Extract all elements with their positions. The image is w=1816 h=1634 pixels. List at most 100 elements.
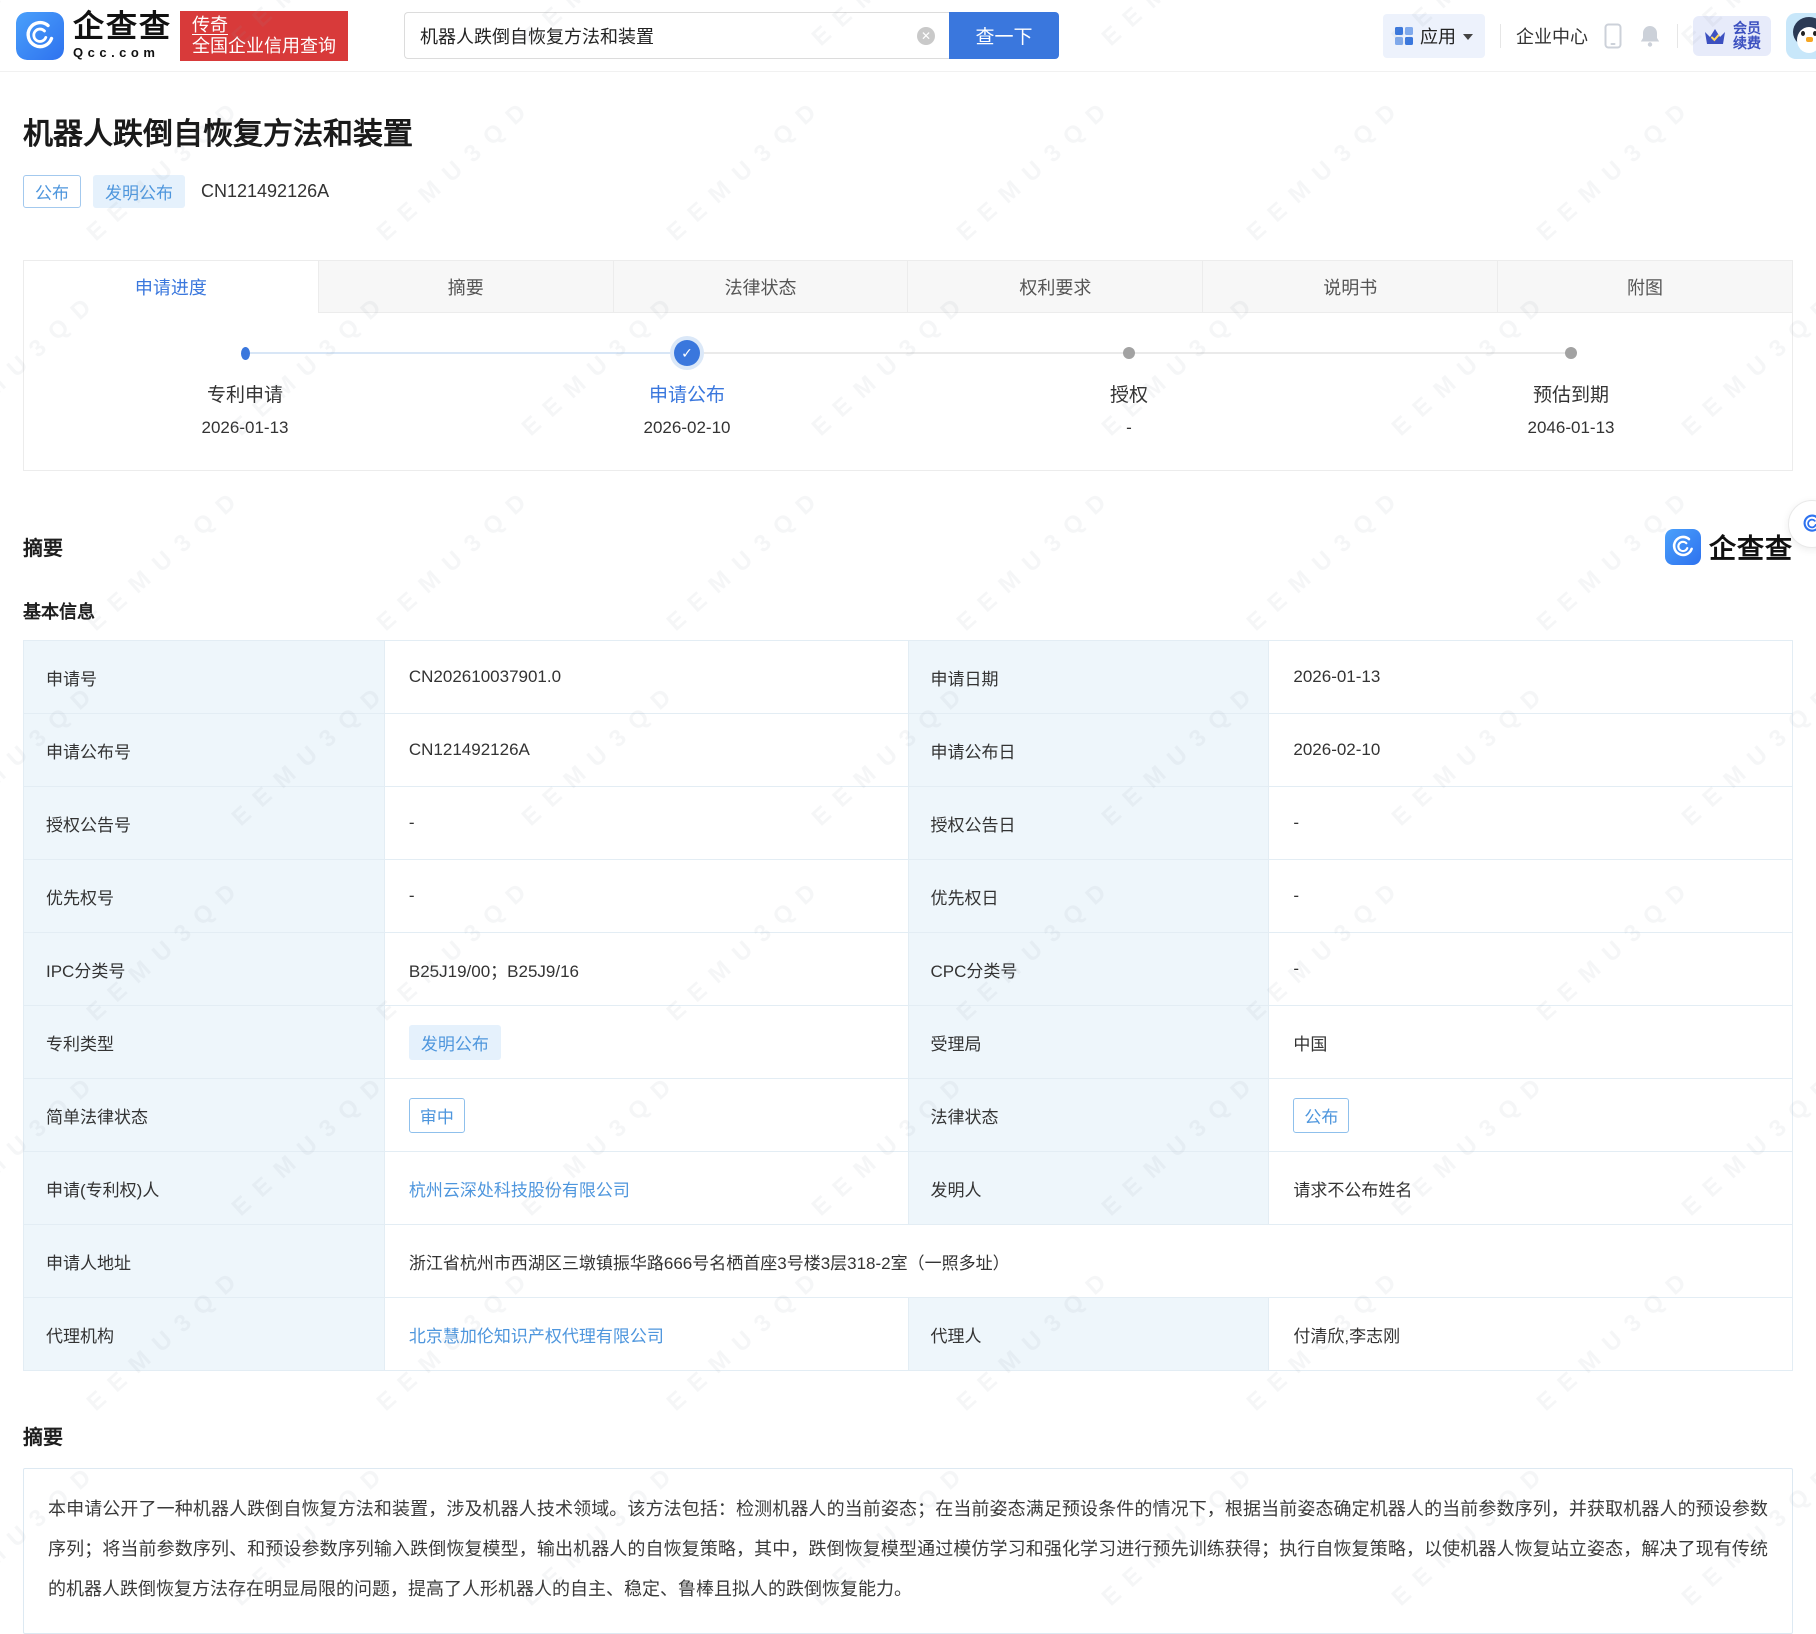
mobile-app-icon[interactable] [1603, 22, 1623, 50]
cell-value: 浙江省杭州市西湖区三墩镇振华路666号名栖首座3号楼3层318-2室（一照多址） [409, 1254, 1010, 1273]
cell-value: B25J19/00；B25J9/16 [409, 962, 579, 981]
cell: - [1269, 933, 1793, 1006]
cell: 2026-02-10 [1269, 714, 1793, 787]
logo-title: 企查查 [73, 11, 172, 42]
abstract-heading: 摘要 [23, 1421, 1793, 1450]
cell-link[interactable]: 杭州云深处科技股份有限公司 [409, 1181, 630, 1200]
cell: CN202610037901.0 [384, 641, 908, 714]
promo-line1: 传奇 [192, 15, 336, 36]
cell-label: 授权公告日 [908, 787, 1269, 860]
timeline-node: 预估到期2046-01-13 [1350, 341, 1792, 438]
cell-tag: 发明公布 [409, 1025, 501, 1060]
logo-subtitle: Qcc.com [73, 45, 172, 60]
cell-label: 申请日期 [908, 641, 1269, 714]
timeline-date: - [1126, 418, 1132, 438]
tab[interactable]: 附图 [1497, 261, 1792, 313]
nav-enterprise-center[interactable]: 企业中心 [1516, 23, 1588, 49]
timeline-dot [241, 347, 250, 360]
qcc-brand-text: 企查查 [1709, 527, 1793, 566]
table-row: 简单法律状态审中法律状态公布 [24, 1079, 1793, 1152]
cell-label: 申请公布号 [24, 714, 385, 787]
publication-number: CN121492126A [201, 181, 329, 202]
cell-label: 专利类型 [24, 1006, 385, 1079]
abstract-text: 本申请公开了一种机器人跌倒自恢复方法和装置，涉及机器人技术领域。该方法包括：检测… [48, 1489, 1768, 1609]
cell-label: 申请(专利权)人 [24, 1152, 385, 1225]
table-row: 优先权号-优先权日- [24, 860, 1793, 933]
timeline-label: 专利申请 [207, 380, 283, 407]
qcc-brand-icon [1665, 529, 1701, 565]
qcc-logo[interactable]: 企查查 Qcc.com [16, 11, 172, 60]
cell-label: 代理人 [908, 1298, 1269, 1371]
search-bar: ✕ 查一下 [404, 12, 1059, 59]
member-line2: 续费 [1733, 36, 1761, 51]
tab[interactable]: 权利要求 [907, 261, 1202, 313]
cell-value: - [1293, 886, 1299, 905]
cell-label: 优先权号 [24, 860, 385, 933]
abstract-box: 本申请公开了一种机器人跌倒自恢复方法和装置，涉及机器人技术领域。该方法包括：检测… [23, 1468, 1793, 1634]
table-row: 申请人地址 浙江省杭州市西湖区三墩镇振华路666号名栖首座3号楼3层318-2室（… [24, 1225, 1793, 1298]
apps-menu[interactable]: 应用 [1383, 14, 1485, 58]
member-renew-button[interactable]: 会员 续费 [1693, 16, 1771, 56]
basic-info-table: 申请号 CN202610037901.0 申请日期 2026-01-13 申请公布号CN… [23, 640, 1793, 1371]
table-row: IPC分类号 B25J19/00；B25J9/16 CPC分类号 - [24, 933, 1793, 1006]
floating-widget-icon [1797, 509, 1816, 539]
table-row: 专利类型发明公布受理局中国 [24, 1006, 1793, 1079]
cell: 请求不公布姓名 [1269, 1152, 1793, 1225]
tab[interactable]: 说明书 [1202, 261, 1497, 313]
member-line1: 会员 [1733, 21, 1761, 36]
table-row: 申请号 CN202610037901.0 申请日期 2026-01-13 [24, 641, 1793, 714]
apps-label: 应用 [1420, 23, 1456, 49]
cell-label: 申请号 [24, 641, 385, 714]
timeline-dot [1565, 347, 1577, 359]
timeline-dot [1123, 347, 1135, 359]
cell: 杭州云深处科技股份有限公司 [384, 1152, 908, 1225]
user-avatar[interactable] [1786, 13, 1816, 59]
progress-card: 申请进度摘要法律状态权利要求说明书附图 专利申请2026-01-13✓申请公布2… [23, 260, 1793, 471]
tab[interactable]: 摘要 [318, 261, 613, 313]
cell-tag: 审中 [409, 1098, 465, 1133]
cell: - [1269, 860, 1793, 933]
cell-label: CPC分类号 [908, 933, 1269, 1006]
top-header: 企查查 Qcc.com 传奇 全国企业信用查询 ✕ 查一下 应用 [0, 0, 1816, 72]
tab[interactable]: 申请进度 [24, 261, 318, 313]
application-timeline: 专利申请2026-01-13✓申请公布2026-02-10授权-预估到期2046… [24, 313, 1792, 470]
search-button[interactable]: 查一下 [949, 12, 1059, 59]
table-row: 代理机构北京慧加伦知识产权代理有限公司代理人付清欣,李志刚 [24, 1298, 1793, 1371]
cell: - [384, 860, 908, 933]
timeline-node: 专利申请 2026-01-13 [24, 341, 466, 438]
summary-section-heading: 摘要 [23, 532, 63, 561]
cell: 审中 [384, 1079, 908, 1152]
cell-label: 授权公告号 [24, 787, 385, 860]
cell-label: IPC分类号 [24, 933, 385, 1006]
cell-link[interactable]: 北京慧加伦知识产权代理有限公司 [409, 1327, 664, 1346]
cell: - [384, 787, 908, 860]
cell: CN121492126A [384, 714, 908, 787]
cell-value: - [409, 886, 415, 905]
divider [1677, 24, 1678, 48]
timeline-label: 授权 [1110, 380, 1148, 407]
caret-down-icon [1463, 34, 1473, 40]
cell-value: 2026-01-13 [1293, 667, 1380, 686]
table-row: 申请(专利权)人 杭州云深处科技股份有限公司 发明人请求不公布姓名 [24, 1152, 1793, 1225]
page-title: 机器人跌倒自恢复方法和装置 [23, 109, 1793, 153]
cell: 2026-01-13 [1269, 641, 1793, 714]
cell-tag: 公布 [1293, 1098, 1349, 1133]
cell-value: - [1293, 813, 1299, 832]
apps-grid-icon [1395, 27, 1413, 45]
cell-value: 付清欣,李志刚 [1293, 1327, 1400, 1346]
search-input[interactable] [404, 12, 949, 59]
clear-icon[interactable]: ✕ [917, 27, 935, 45]
cell-value: - [1293, 959, 1299, 978]
cell: 发明公布 [384, 1006, 908, 1079]
timeline-date: 2026-01-13 [202, 418, 289, 438]
timeline-label: 申请公布 [649, 380, 725, 407]
cell-label: 申请人地址 [24, 1225, 385, 1298]
cell: B25J19/00；B25J9/16 [384, 933, 908, 1006]
promo-badge[interactable]: 传奇 全国企业信用查询 [180, 11, 348, 61]
timeline-node: 授权 - [908, 341, 1350, 438]
tab[interactable]: 法律状态 [613, 261, 908, 313]
cell-label: 发明人 [908, 1152, 1269, 1225]
cell-value: 中国 [1293, 1035, 1327, 1054]
cell-value: CN202610037901.0 [409, 667, 561, 686]
notification-bell-icon[interactable] [1638, 23, 1662, 49]
